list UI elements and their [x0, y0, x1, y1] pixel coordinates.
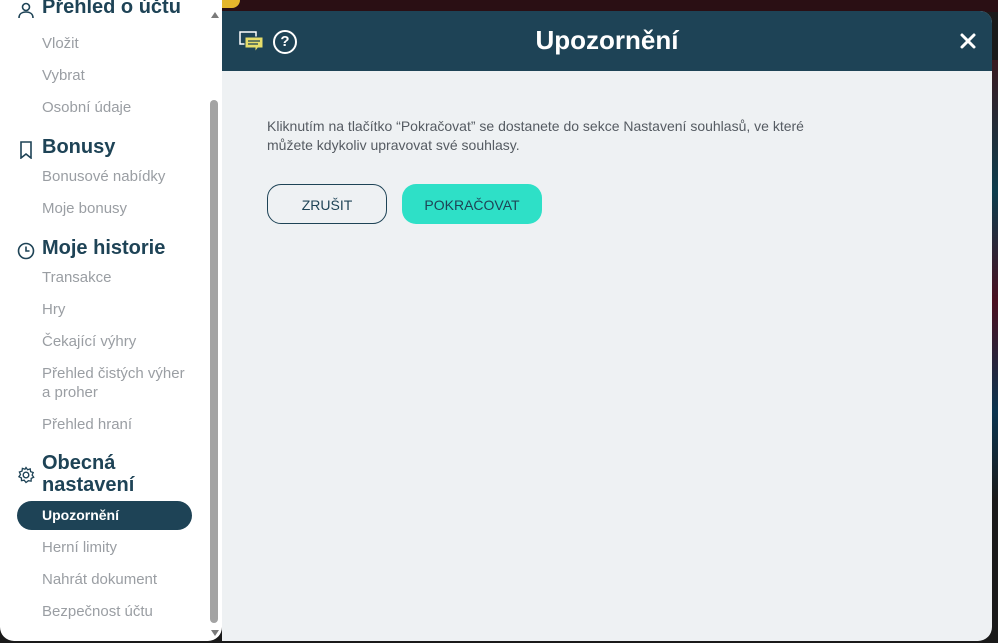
- scroll-down-arrow-icon[interactable]: [211, 630, 219, 636]
- continue-button[interactable]: POKRAČOVAT: [402, 184, 542, 224]
- gear-icon: [16, 464, 36, 486]
- sidebar-item-net-wins-overview[interactable]: Přehled čistých výher a proher: [42, 364, 192, 402]
- consent-notice-text: Kliknutím na tlačítko “Pokračovat” se do…: [267, 118, 804, 153]
- sidebar-scrollbar[interactable]: [208, 0, 221, 641]
- account-sidebar: Přehled o účtu Vložit Vybrat Osobní údaj…: [0, 0, 222, 641]
- sidebar-item-withdraw[interactable]: Vybrat: [42, 66, 192, 85]
- sidebar-item-game-limits[interactable]: Herní limity: [42, 538, 192, 557]
- sidebar-item-games[interactable]: Hry: [42, 300, 192, 319]
- section-account-overview[interactable]: Přehled o účtu: [16, 0, 181, 21]
- section-title: Přehled o účtu: [42, 0, 181, 18]
- sidebar-item-transactions[interactable]: Transakce: [42, 268, 192, 287]
- section-bonuses[interactable]: Bonusy: [16, 136, 115, 161]
- modal-header: ? Upozornění: [222, 11, 992, 71]
- section-title: Bonusy: [42, 136, 116, 158]
- close-icon[interactable]: [958, 31, 978, 51]
- modal-title: Upozornění: [535, 25, 679, 55]
- section-my-history[interactable]: Moje historie: [16, 237, 165, 262]
- scroll-up-arrow-icon[interactable]: [211, 12, 219, 18]
- sidebar-item-notifications[interactable]: Upozornění: [17, 501, 192, 530]
- section-title: Obecná nastavení: [42, 452, 135, 496]
- clock-icon: [16, 240, 36, 262]
- sidebar-item-my-bonuses[interactable]: Moje bonusy: [42, 199, 192, 218]
- sidebar-item-bonus-offers[interactable]: Bonusové nabídky: [42, 167, 192, 186]
- sidebar-item-play-overview[interactable]: Přehled hraní: [42, 415, 192, 434]
- section-general-settings[interactable]: Obecná nastavení: [16, 452, 172, 496]
- scroll-thumb[interactable]: [210, 100, 218, 623]
- bookmark-icon: [16, 139, 36, 161]
- sidebar-item-personal-data[interactable]: Osobní údaje: [42, 98, 192, 117]
- cancel-button[interactable]: ZRUŠIT: [267, 184, 387, 224]
- section-title: Moje historie: [42, 237, 166, 259]
- user-icon: [16, 0, 36, 21]
- notifications-modal: ? Upozornění Kliknutím na tlačítko “Pokr…: [222, 11, 992, 641]
- sidebar-item-account-security[interactable]: Bezpečnost účtu: [42, 602, 192, 621]
- sidebar-item-upload-document[interactable]: Nahrát dokument: [42, 570, 192, 589]
- sidebar-item-pending-wins[interactable]: Čekající výhry: [42, 332, 192, 351]
- sidebar-item-deposit[interactable]: Vložit: [42, 34, 192, 53]
